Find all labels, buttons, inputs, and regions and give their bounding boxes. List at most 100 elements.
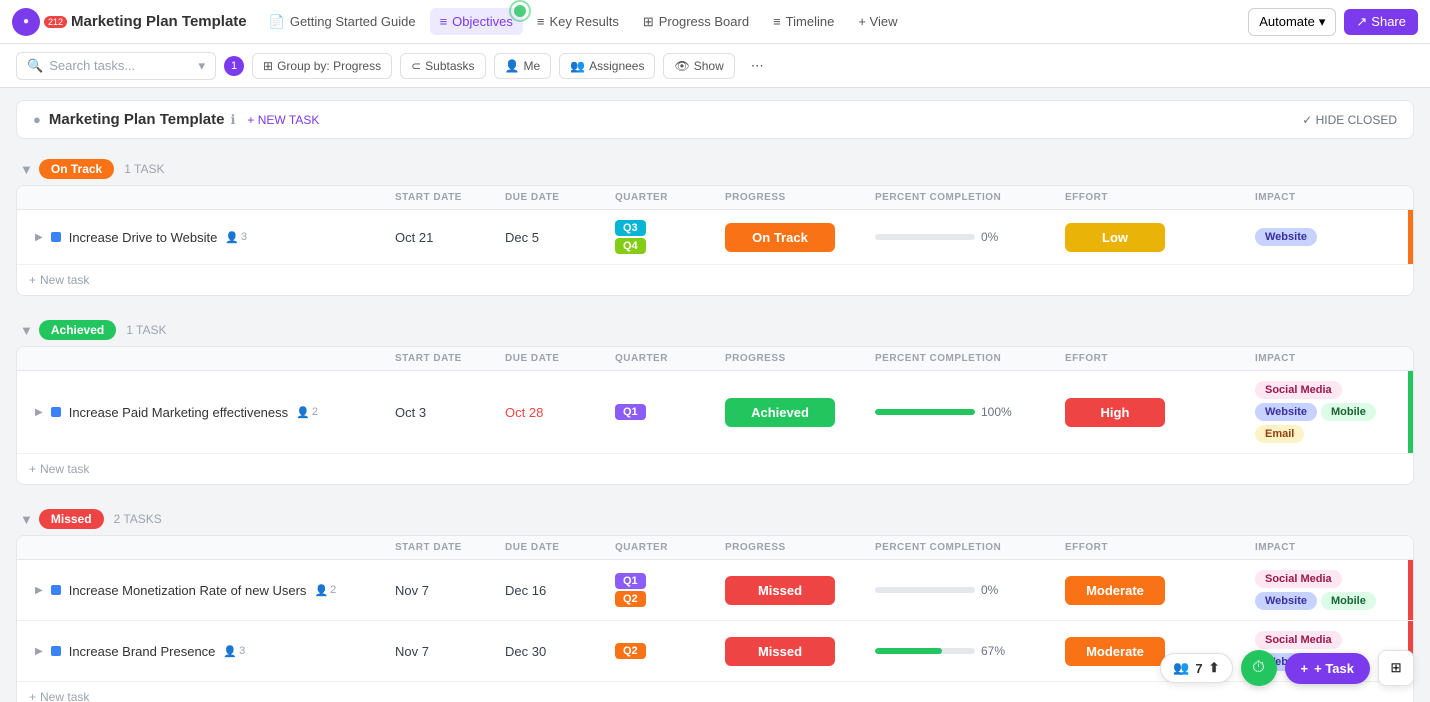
tab-getting-started[interactable]: 📄 Getting Started Guide: [259, 8, 426, 36]
expand-icon[interactable]: ▶: [35, 232, 43, 243]
doc-icon: 📄: [269, 14, 285, 30]
table-row: ▶Increase Monetization Rate of new Users…: [17, 560, 1413, 621]
task-row-t1[interactable]: ▶Increase Drive to Website👤 3Oct 21Dec 5…: [17, 210, 1413, 264]
quarter-tag: Q2: [615, 591, 646, 607]
progress-pill: Missed: [725, 576, 835, 605]
me-button[interactable]: 👤 Me: [494, 53, 552, 79]
automate-button[interactable]: Automate ▾: [1248, 8, 1336, 36]
search-box[interactable]: 🔍 Search tasks... ▾: [16, 52, 216, 80]
task-name-cell: ▶Increase Paid Marketing effectiveness👤 …: [29, 405, 389, 420]
page-title: Marketing Plan Template: [49, 111, 225, 128]
row-stripe: [1408, 371, 1413, 453]
tab-progress-board[interactable]: ⊞ Progress Board: [633, 8, 759, 36]
impact-tag: Email: [1255, 425, 1304, 443]
section-toggle-achieved[interactable]: ▼: [20, 323, 33, 338]
group-by-button[interactable]: ⊞ Group by: Progress: [252, 53, 392, 79]
task-color-box: [51, 646, 61, 656]
task-row-t2[interactable]: ▶Increase Paid Marketing effectiveness👤 …: [17, 371, 1413, 453]
subtask-count: 👤 2: [314, 584, 336, 597]
timeline-icon: ≡: [773, 14, 781, 29]
expand-icon[interactable]: ▶: [35, 407, 43, 418]
new-task-button[interactable]: + NEW TASK: [247, 113, 319, 127]
section-count-achieved: 1 TASK: [126, 323, 166, 337]
table-on-track: START DATEDUE DATEQUARTERPROGRESSPERCENT…: [16, 185, 1414, 296]
page-collapse-icon[interactable]: ●: [33, 112, 41, 127]
expand-icon[interactable]: ▶: [35, 646, 43, 657]
effort-cell: Moderate: [1059, 576, 1249, 605]
percent-text: 100%: [981, 405, 1012, 419]
section-toggle-missed[interactable]: ▼: [20, 512, 33, 527]
percent-text: 67%: [981, 644, 1005, 658]
task-count-badge[interactable]: 👥 7 ⬆: [1160, 653, 1232, 683]
section-header-missed: ▼Missed2 TASKS: [16, 501, 1414, 535]
col-header-5: PERCENT COMPLETION: [869, 353, 1059, 364]
share-button[interactable]: ↗ Share: [1344, 9, 1418, 35]
grid-view-button[interactable]: ⊞: [1378, 650, 1414, 686]
row-stripe: [1408, 560, 1413, 620]
add-task-button[interactable]: + + Task: [1285, 653, 1370, 684]
col-header-1: START DATE: [389, 542, 499, 553]
subtask-count: 👤 2: [296, 406, 318, 419]
impact-cell: Social MediaWebsiteMobile: [1249, 570, 1401, 610]
board-icon: ⊞: [643, 14, 654, 30]
assignees-button[interactable]: 👥 Assignees: [559, 53, 655, 79]
task-name-cell: ▶Increase Brand Presence👤 3: [29, 644, 389, 659]
section-header-on-track: ▼On Track1 TASK: [16, 151, 1414, 185]
expand-icon[interactable]: ▶: [35, 585, 43, 596]
quarter-cell: Q3Q4: [609, 220, 719, 254]
col-header-3: QUARTER: [609, 542, 719, 553]
more-options-button[interactable]: ⋯: [743, 53, 772, 79]
impact-tag: Mobile: [1321, 403, 1376, 421]
quarter-tag: Q1: [615, 404, 646, 420]
col-header-7: IMPACT: [1249, 353, 1401, 364]
timer-button[interactable]: ⏱: [1241, 650, 1277, 686]
person-group-icon: 👥: [1173, 660, 1189, 676]
tab-objectives[interactable]: ≡ Objectives: [430, 8, 523, 35]
progress-bar-fill: [875, 409, 975, 415]
col-header-3: QUARTER: [609, 353, 719, 364]
collapse-icon: ⬆: [1209, 660, 1220, 676]
app-logo: ●: [12, 8, 40, 36]
start-date: Oct 3: [389, 405, 499, 420]
col-header-7: IMPACT: [1249, 192, 1401, 203]
new-task-row[interactable]: + New task: [17, 265, 1413, 295]
person-icon: 👤: [314, 584, 328, 597]
col-header-0: [29, 192, 389, 203]
toolbar: 🔍 Search tasks... ▾ 1 ⊞ Group by: Progre…: [0, 44, 1430, 88]
col-header-6: EFFORT: [1059, 192, 1249, 203]
chevron-down-icon: ▾: [1319, 14, 1326, 30]
tab-view[interactable]: + View: [848, 8, 907, 35]
grid-icon: ⊞: [1390, 660, 1401, 676]
new-task-row[interactable]: + New task: [17, 454, 1413, 484]
impact-tag: Website: [1255, 592, 1317, 610]
due-date: Dec 30: [499, 644, 609, 659]
col-header-6: EFFORT: [1059, 353, 1249, 364]
section-toggle-on-track[interactable]: ▼: [20, 162, 33, 177]
col-header-4: PROGRESS: [719, 192, 869, 203]
impact-tag: Website: [1255, 228, 1317, 246]
task-color-box: [51, 585, 61, 595]
new-task-label: New task: [40, 273, 89, 287]
progress-bar-bg: [875, 648, 975, 654]
effort-cell: High: [1059, 398, 1249, 427]
notification-badge: 212: [44, 16, 67, 28]
hide-closed-button[interactable]: ✓ HIDE CLOSED: [1302, 113, 1397, 127]
page-title-bar: ● Marketing Plan Template ℹ + NEW TASK ✓…: [16, 100, 1414, 139]
tab-timeline[interactable]: ≡ Timeline: [763, 8, 844, 35]
row-stripe: [1408, 210, 1413, 264]
quarter-tag: Q2: [615, 643, 646, 659]
subtasks-button[interactable]: ⊂ Subtasks: [400, 53, 485, 79]
progress-bar-fill: [875, 648, 942, 654]
tab-key-results[interactable]: ≡ Key Results: [527, 8, 629, 35]
due-date: Dec 16: [499, 583, 609, 598]
app-title: Marketing Plan Template: [71, 13, 247, 30]
info-icon: ℹ: [230, 112, 235, 128]
impact-cell: Social MediaWebsiteMobileEmail: [1249, 381, 1401, 443]
show-button[interactable]: 👁 Show: [663, 53, 734, 79]
subtask-count: 👤 3: [223, 645, 245, 658]
quarter-cell: Q1: [609, 404, 719, 420]
search-icon: 🔍: [27, 58, 43, 74]
task-row-t3[interactable]: ▶Increase Monetization Rate of new Users…: [17, 560, 1413, 620]
plus-icon: +: [1301, 661, 1309, 676]
list-icon: ≡: [440, 14, 448, 29]
